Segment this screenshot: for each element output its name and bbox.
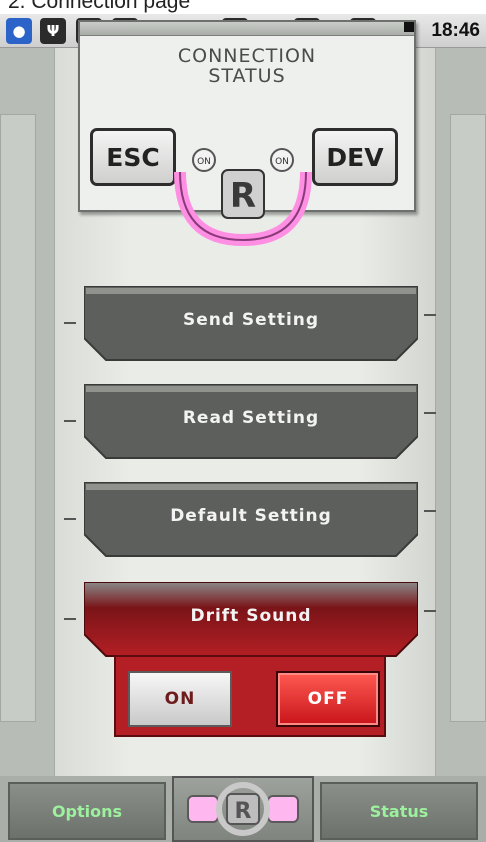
right-tick xyxy=(424,314,436,316)
panel-corner-icon xyxy=(404,22,414,32)
drift-toggle-group: ON OFF xyxy=(114,655,386,737)
left-side-panel xyxy=(0,114,36,722)
left-tick xyxy=(64,518,76,520)
right-node-label: ON xyxy=(275,157,289,167)
dev-tag: DEV xyxy=(312,128,398,186)
drift-on-button[interactable]: ON xyxy=(128,671,232,727)
read-setting-button[interactable]: Read Setting xyxy=(84,384,418,459)
left-tick xyxy=(64,420,76,422)
send-setting-label: Send Setting xyxy=(182,310,320,330)
right-tick xyxy=(424,510,436,512)
panel-top-strip xyxy=(80,22,414,36)
left-node-label: ON xyxy=(197,157,211,167)
connection-diagram: ON ON R xyxy=(174,148,312,247)
esc-tag: ESC xyxy=(90,128,176,186)
connection-status-title: CONNECTION STATUS xyxy=(80,46,414,86)
usb-icon: Ψ xyxy=(40,18,66,44)
send-setting-button[interactable]: Send Setting xyxy=(84,286,418,361)
title-line-1: CONNECTION xyxy=(177,45,317,67)
bottom-logo-letter: R xyxy=(235,799,252,824)
default-setting-label: Default Setting xyxy=(170,506,332,526)
drift-off-button[interactable]: OFF xyxy=(276,671,380,727)
clock: 18:46 xyxy=(431,20,480,41)
status-tab[interactable]: Status xyxy=(320,782,478,840)
default-setting-button[interactable]: Default Setting xyxy=(84,482,418,557)
right-side-panel xyxy=(450,114,486,722)
app-icon: ● xyxy=(6,18,32,44)
read-setting-label: Read Setting xyxy=(182,408,320,428)
title-line-2: STATUS xyxy=(208,65,286,87)
document-caption: 2. Connection page xyxy=(8,0,191,13)
r-logo-icon: R xyxy=(187,782,299,836)
right-tick xyxy=(424,412,436,414)
options-tab[interactable]: Options xyxy=(8,782,166,840)
right-tick xyxy=(424,610,436,612)
left-tick xyxy=(64,322,76,324)
drift-sound-button[interactable]: Drift Sound xyxy=(84,582,418,657)
left-tick xyxy=(64,618,76,620)
bottom-nav-bar: Options R Status xyxy=(0,776,486,842)
bottom-logo-block: R xyxy=(172,776,314,842)
r-logo-letter: R xyxy=(230,176,256,216)
drift-sound-label: Drift Sound xyxy=(190,606,312,626)
